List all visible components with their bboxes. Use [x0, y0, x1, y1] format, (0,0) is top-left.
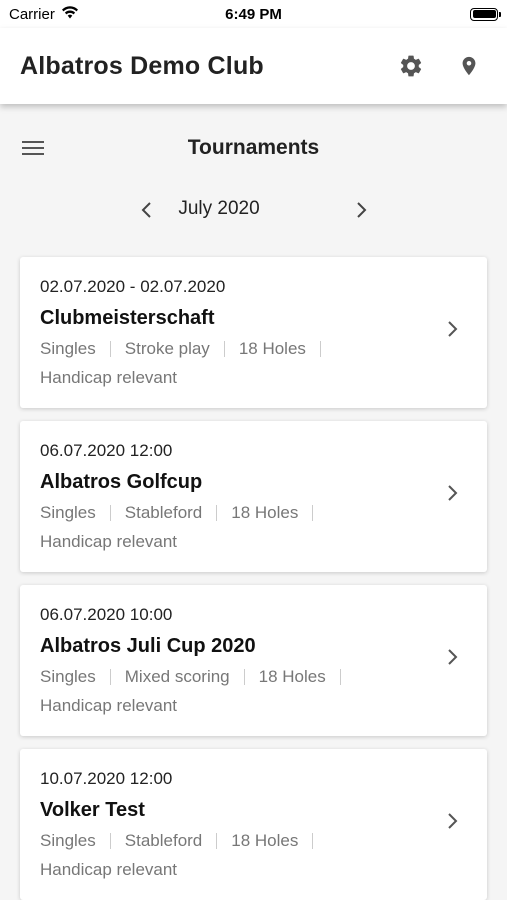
divider — [243, 669, 245, 685]
divider — [319, 341, 321, 357]
tag-holes: 18 Holes — [231, 831, 299, 850]
divider — [109, 505, 111, 521]
tag-holes: 18 Holes — [238, 339, 306, 358]
tournament-tags: Singles Stroke play 18 Holes — [40, 339, 335, 359]
tournament-card[interactable]: 06.07.2020 12:00 Albatros Golfcup Single… — [20, 421, 487, 572]
tournament-name: Clubmeisterschaft — [40, 307, 215, 329]
app-header: Albatros Demo Club — [0, 28, 507, 104]
status-bar: Carrier 6:49 PM — [0, 0, 507, 28]
section-bar: Tournaments — [0, 126, 507, 170]
tournament-name: Albatros Golfcup — [40, 471, 203, 493]
chevron-left-icon[interactable] — [132, 194, 160, 226]
tournament-date: 06.07.2020 12:00 — [40, 441, 173, 460]
divider — [109, 833, 111, 849]
tournament-card[interactable]: 10.07.2020 12:00 Volker Test Singles Sta… — [20, 749, 487, 900]
divider — [216, 833, 218, 849]
tournament-date: 02.07.2020 - 02.07.2020 — [40, 277, 226, 296]
tournament-handicap: Handicap relevant — [40, 532, 178, 551]
app-title: Albatros Demo Club — [20, 51, 264, 80]
month-navigation: July 2020 — [0, 192, 507, 228]
gear-icon[interactable] — [393, 48, 429, 84]
tag-format: Singles — [40, 339, 96, 358]
tag-scoring: Mixed scoring — [124, 667, 230, 686]
hamburger-menu-icon[interactable] — [20, 136, 46, 160]
tournament-date: 06.07.2020 10:00 — [40, 605, 173, 624]
chevron-right-icon[interactable] — [443, 315, 463, 343]
divider — [216, 505, 218, 521]
divider — [339, 669, 341, 685]
tournament-tags: Singles Stableford 18 Holes — [40, 503, 327, 523]
month-label: July 2020 — [178, 198, 260, 219]
divider — [223, 341, 225, 357]
tournament-name: Albatros Juli Cup 2020 — [40, 635, 256, 657]
tournament-card[interactable]: 02.07.2020 - 02.07.2020 Clubmeisterschaf… — [20, 257, 487, 408]
tournament-handicap: Handicap relevant — [40, 860, 178, 879]
carrier-label: Carrier — [9, 5, 55, 23]
divider — [109, 669, 111, 685]
chevron-right-icon[interactable] — [443, 479, 463, 507]
tournament-card[interactable]: 06.07.2020 10:00 Albatros Juli Cup 2020 … — [20, 585, 487, 736]
chevron-right-icon[interactable] — [348, 194, 376, 226]
status-left: Carrier — [9, 6, 79, 23]
divider — [312, 505, 314, 521]
tag-scoring: Stableford — [124, 503, 203, 522]
battery-icon — [470, 7, 501, 21]
tag-holes: 18 Holes — [258, 667, 326, 686]
tournament-date: 10.07.2020 12:00 — [40, 769, 173, 788]
tournament-handicap: Handicap relevant — [40, 696, 178, 715]
tag-format: Singles — [40, 503, 96, 522]
tag-holes: 18 Holes — [231, 503, 299, 522]
divider — [109, 341, 111, 357]
tag-format: Singles — [40, 667, 96, 686]
tournament-name: Volker Test — [40, 799, 145, 821]
tag-format: Singles — [40, 831, 96, 850]
divider — [312, 833, 314, 849]
location-pin-icon[interactable] — [451, 48, 487, 84]
tournament-handicap: Handicap relevant — [40, 368, 178, 387]
tournament-tags: Singles Mixed scoring 18 Holes — [40, 667, 355, 687]
tag-scoring: Stableford — [124, 831, 203, 850]
wifi-icon — [61, 5, 79, 23]
tournament-tags: Singles Stableford 18 Holes — [40, 831, 327, 851]
chevron-right-icon[interactable] — [443, 643, 463, 671]
tag-scoring: Stroke play — [124, 339, 210, 358]
chevron-right-icon[interactable] — [443, 807, 463, 835]
page-title: Tournaments — [187, 136, 320, 159]
